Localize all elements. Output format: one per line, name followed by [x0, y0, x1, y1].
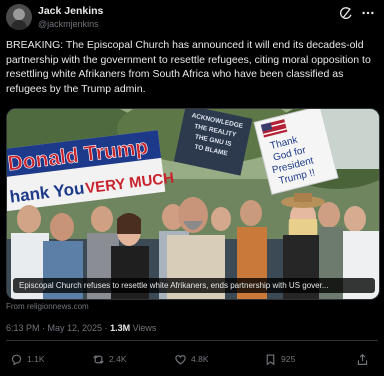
author-name[interactable]: Jack Jenkins — [38, 5, 103, 17]
bookmark-count: 925 — [281, 354, 296, 364]
grok-icon[interactable] — [339, 6, 353, 20]
bookmark-button[interactable]: 925 — [264, 350, 295, 368]
like-button[interactable]: 4.8K — [174, 350, 209, 368]
bookmark-icon — [266, 353, 275, 366]
views-label: Views — [130, 323, 157, 333]
reply-count: 1.1K — [27, 354, 45, 364]
heart-icon — [175, 354, 186, 365]
more-icon[interactable] — [361, 6, 375, 20]
link-source[interactable]: From religionnews.com — [6, 302, 89, 311]
post-image[interactable]: Donald Trump hank You VERY MUCH ACKNOWLE… — [6, 108, 380, 300]
repost-count: 2.4K — [109, 354, 127, 364]
reply-icon — [11, 354, 22, 365]
avatar[interactable] — [6, 4, 32, 30]
reply-button[interactable]: 1.1K — [10, 350, 45, 368]
post: Jack Jenkins @jackmjenkins BREAKING: The… — [0, 0, 384, 376]
repost-button[interactable]: 2.4K — [92, 350, 127, 368]
share-icon — [357, 353, 368, 365]
post-header: Jack Jenkins @jackmjenkins — [6, 4, 378, 32]
protest-photo: Donald Trump hank You VERY MUCH ACKNOWLE… — [7, 109, 379, 299]
author-handle[interactable]: @jackmjenkins — [38, 19, 99, 29]
image-caption[interactable]: Episcopal Church refuses to resettle whi… — [13, 278, 375, 293]
repost-icon — [93, 354, 104, 364]
share-button[interactable] — [356, 350, 369, 368]
divider — [6, 340, 378, 341]
like-count: 4.8K — [191, 354, 209, 364]
action-bar: 1.1K 2.4K 4.8K 925 — [6, 350, 378, 368]
post-meta: 6:13 PM · May 12, 2025 · 1.3M Views — [6, 323, 156, 333]
post-text: BREAKING: The Episcopal Church has annou… — [6, 39, 371, 95]
views-count: 1.3M — [110, 323, 131, 333]
post-timestamp[interactable]: 6:13 PM · May 12, 2025 · — [6, 323, 110, 333]
